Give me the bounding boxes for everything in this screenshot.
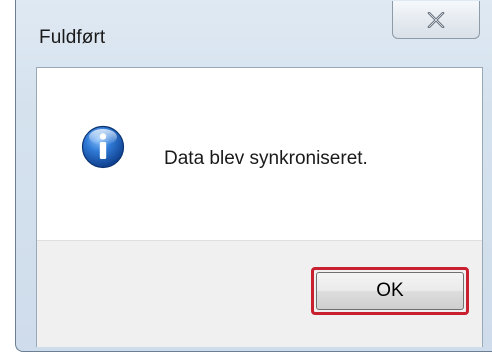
window-title: Fuldført [39, 27, 106, 48]
ok-button[interactable]: OK [316, 272, 464, 310]
close-button[interactable] [392, 1, 480, 39]
dialog-message: Data blev synkroniseret. [164, 148, 368, 169]
close-x-icon [427, 11, 445, 28]
info-icon [81, 125, 125, 169]
dialog-content: Data blev synkroniseret. OK [36, 67, 483, 347]
